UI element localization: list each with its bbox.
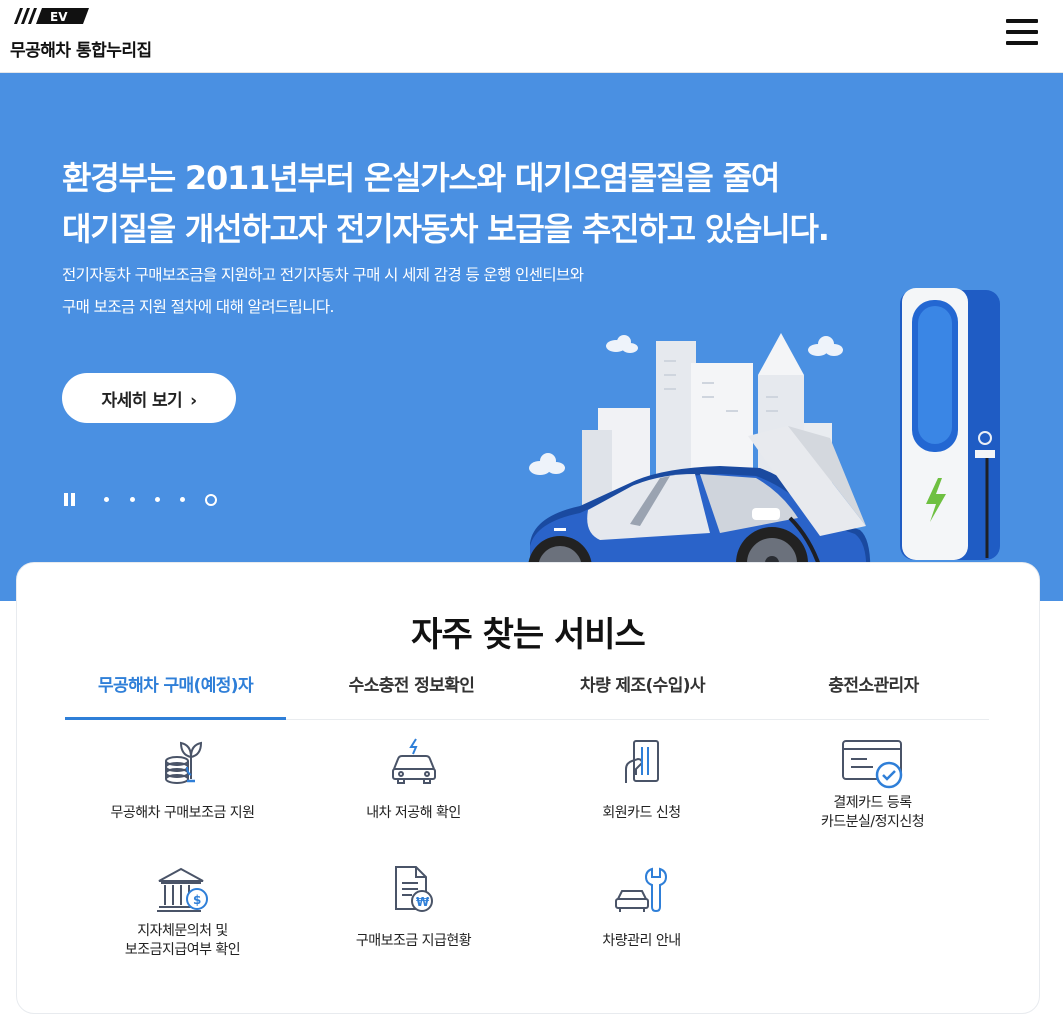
- tab-manufacturers[interactable]: 차량 제조(수입)사: [532, 671, 753, 717]
- service-label: 무공해차 구매보조금 지원: [110, 805, 255, 821]
- service-label: 차량관리 안내: [602, 933, 681, 949]
- hero-title-line2: 대기질을 개선하고자 전기자동차 보급을 추진하고 있습니다.: [62, 210, 830, 248]
- service-payment-card[interactable]: 결제카드 등록 카드분실/정지신청: [762, 737, 983, 867]
- service-label: 보조금지급여부 확인: [124, 942, 241, 958]
- site-logo-text[interactable]: 무공해차 통합누리집: [10, 36, 152, 61]
- service-label: 회원카드 신청: [602, 805, 681, 821]
- services-tab-bar: 무공해차 구매(예정)자 수소충전 정보확인 차량 제조(수입)사 충전소관리자: [65, 671, 989, 720]
- chevron-right-icon: ›: [190, 390, 197, 411]
- service-low-emission-check[interactable]: 내차 저공해 확인: [303, 737, 524, 867]
- subsidy-coins-plant-icon: [164, 741, 202, 784]
- slide-dot-4[interactable]: [180, 497, 185, 502]
- tab-ev-buyers[interactable]: 무공해차 구매(예정)자: [65, 671, 286, 720]
- view-details-label: 자세히 보기: [101, 390, 183, 411]
- pause-icon[interactable]: [64, 493, 76, 507]
- site-header: EV 무공해차 통합누리집: [0, 0, 1063, 73]
- service-label: 내차 저공해 확인: [366, 805, 461, 821]
- ev-charging-illustration: [528, 288, 1000, 598]
- service-subsidy-status[interactable]: ₩ 구매보조금 지급현황: [303, 865, 524, 995]
- low-emission-car-icon: [391, 738, 436, 784]
- hero-banner: 환경부는 2011년부터 온실가스와 대기오염물질을 줄여 대기질을 개선하고자…: [0, 73, 1063, 601]
- hand-card-icon: [624, 740, 659, 783]
- frequent-services-card: 자주 찾는 서비스 무공해차 구매(예정)자 수소충전 정보확인 차량 제조(수…: [16, 562, 1040, 1014]
- slide-dot-2[interactable]: [130, 497, 135, 502]
- tab-charger-managers[interactable]: 충전소관리자: [763, 671, 984, 717]
- service-label: 지자체문의처 및: [137, 923, 228, 939]
- slide-dot-5-active[interactable]: [205, 494, 217, 506]
- service-label: 결제카드 등록: [833, 795, 912, 811]
- logo-badge: EV: [50, 10, 68, 24]
- ev-logo-icon[interactable]: EV: [10, 6, 90, 26]
- government-building-icon: $: [156, 867, 208, 912]
- service-member-card[interactable]: 회원카드 신청: [531, 737, 752, 867]
- slide-dot-1[interactable]: [104, 497, 109, 502]
- service-label: 구매보조금 지급현황: [355, 933, 472, 949]
- service-local-government[interactable]: $ 지자체문의처 및 보조금지급여부 확인: [72, 865, 293, 995]
- svg-text:₩: ₩: [416, 895, 430, 909]
- document-won-icon: ₩: [394, 866, 433, 912]
- hamburger-menu-icon[interactable]: [1006, 17, 1040, 47]
- services-title: 자주 찾는 서비스: [411, 615, 646, 655]
- service-label: 카드분실/정지신청: [820, 814, 925, 830]
- view-details-button[interactable]: 자세히 보기 ›: [62, 373, 236, 423]
- car-wrench-icon: [614, 867, 667, 913]
- service-purchase-subsidy[interactable]: 무공해차 구매보조금 지원: [72, 737, 293, 867]
- service-vehicle-management[interactable]: 차량관리 안내: [531, 865, 752, 995]
- svg-text:$: $: [193, 893, 201, 907]
- tab-hydrogen-info[interactable]: 수소충전 정보확인: [301, 671, 522, 717]
- hero-title-line1: 환경부는 2011년부터 온실가스와 대기오염물질을 줄여: [62, 159, 780, 197]
- slide-dot-3[interactable]: [155, 497, 160, 502]
- card-check-icon: [841, 740, 902, 789]
